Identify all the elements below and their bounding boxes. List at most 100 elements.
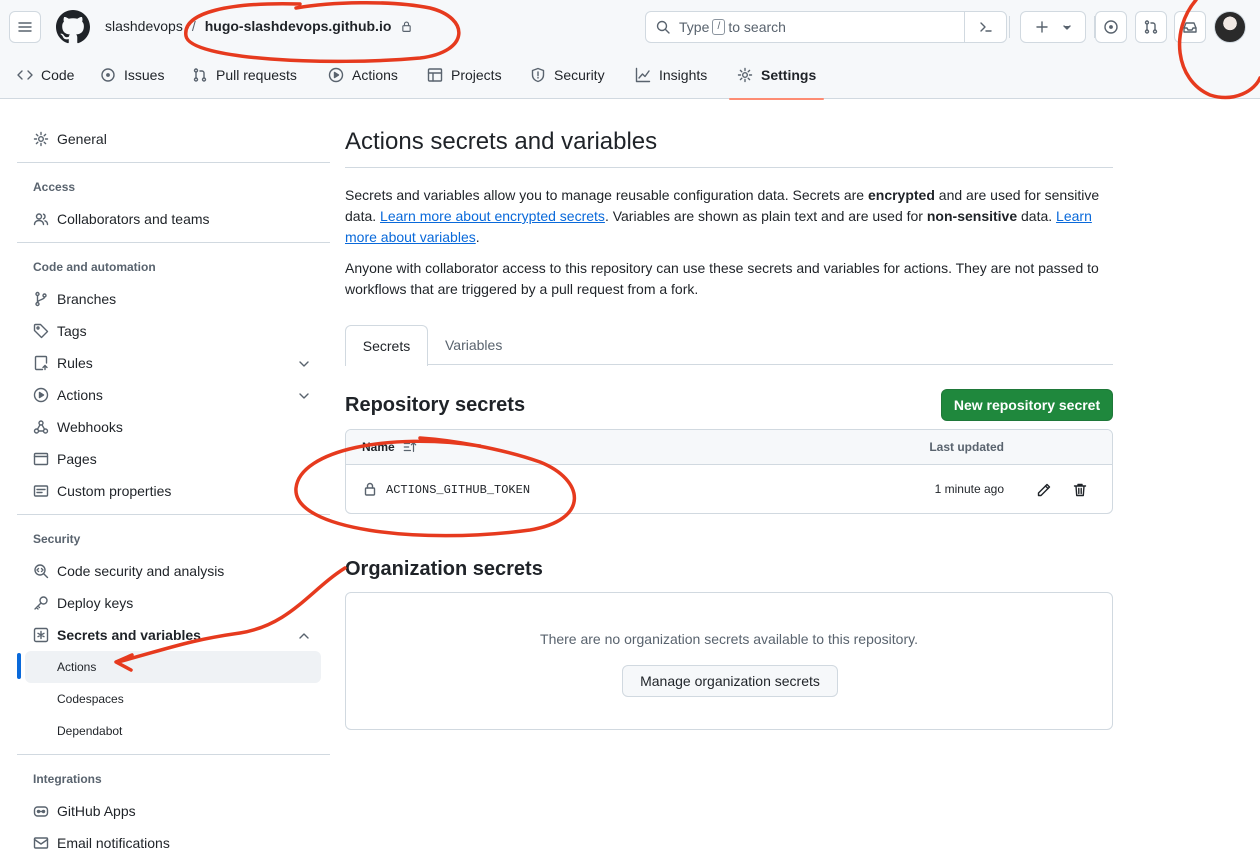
secret-last-updated: 1 minute ago [934, 482, 1004, 496]
tab-security[interactable]: Security [530, 58, 605, 99]
organization-secrets-box: There are no organization secrets availa… [345, 592, 1113, 730]
sidebar-heading-access: Access [33, 180, 76, 194]
mail-icon [33, 837, 49, 849]
sidebar-heading-code-automation: Code and automation [33, 260, 156, 274]
sidebar-item-label: Email notifications [57, 835, 170, 851]
git-branch-icon [35, 291, 47, 307]
desc-text: data. [1017, 208, 1057, 224]
people-icon [33, 213, 49, 226]
sidebar-item-label: Tags [57, 323, 87, 339]
sidebar-item-branches[interactable]: Branches [17, 283, 330, 315]
tab-label: Insights [659, 67, 708, 83]
hamburger-icon [18, 22, 32, 32]
secrets-variables-tabs: Secrets Variables [345, 325, 1113, 366]
sidebar-heading-integrations: Integrations [33, 772, 102, 786]
learn-more-encrypted-link[interactable]: Learn more about encrypted secrets [380, 208, 605, 224]
manage-organization-secrets-button[interactable]: Manage organization secrets [622, 665, 838, 697]
pull-requests-button[interactable] [1135, 11, 1167, 43]
secret-name: ACTIONS_GITHUB_TOKEN [386, 483, 531, 497]
issues-button[interactable] [1095, 11, 1127, 43]
tab-insights[interactable]: Insights [635, 58, 707, 99]
code-icon [17, 70, 33, 80]
sidebar-subitem-dependabot[interactable]: Dependabot [17, 715, 330, 747]
command-palette-button[interactable] [964, 12, 1006, 42]
sidebar-item-rules[interactable]: Rules [17, 347, 330, 379]
create-new-button[interactable] [1020, 11, 1086, 43]
active-indicator [17, 653, 21, 679]
sidebar-item-label: Code security and analysis [57, 563, 225, 579]
sidebar-item-email-notifications[interactable]: Email notifications [17, 827, 330, 857]
sidebar-item-label: Rules [57, 355, 93, 371]
git-pull-request-icon [193, 68, 207, 82]
new-repository-secret-button[interactable]: New repository secret [941, 389, 1113, 421]
sidebar-item-pages[interactable]: Pages [17, 443, 330, 475]
page-title: Actions secrets and variables [345, 128, 658, 155]
lock-icon [402, 20, 412, 32]
triangle-down-icon [1063, 25, 1071, 30]
repo-link[interactable]: hugo-slashdevops.github.io [205, 18, 392, 34]
search-placeholder: Type / to search [679, 19, 786, 35]
organization-secrets-heading: Organization secrets [345, 558, 543, 580]
repository-secrets-heading: Repository secrets [345, 394, 526, 416]
sidebar-item-label: Collaborators and teams [57, 211, 210, 227]
owner-link[interactable]: slashdevops [105, 18, 183, 34]
sidebar-item-code-security[interactable]: Code security and analysis [17, 555, 330, 587]
github-logo-icon[interactable] [56, 10, 90, 44]
delete-secret-button[interactable] [1068, 478, 1092, 502]
chevron-down-icon [299, 393, 309, 399]
plus-icon [1036, 21, 1048, 33]
repository-secrets-table: Name Last updated ACTIONS_GITHUB_TOKEN 1… [345, 429, 1113, 514]
search-input[interactable]: Type / to search [645, 11, 1007, 43]
sidebar-item-label: Webhooks [57, 419, 123, 435]
key-asterisk-icon [33, 627, 49, 643]
sidebar-item-collaborators[interactable]: Collaborators and teams [17, 203, 330, 235]
chevron-up-icon [299, 633, 309, 639]
shield-icon [531, 67, 545, 83]
inbox-button[interactable] [1174, 11, 1206, 43]
menu-button[interactable] [9, 11, 41, 43]
sidebar-item-github-apps[interactable]: GitHub Apps [17, 795, 330, 827]
sidebar-item-general[interactable]: General [17, 123, 330, 155]
tag-icon [33, 323, 49, 339]
sidebar-item-label: Actions [57, 387, 103, 403]
graph-icon [635, 67, 651, 83]
sidebar-subitem-codespaces[interactable]: Codespaces [17, 683, 330, 715]
browser-icon [33, 452, 49, 466]
gear-icon [33, 131, 49, 147]
table-header: Name Last updated [346, 430, 1112, 465]
tab-secrets[interactable]: Secrets [345, 325, 428, 366]
tab-settings[interactable]: Settings [728, 58, 825, 100]
breadcrumb-separator: / [191, 18, 196, 34]
tab-label: Secrets [362, 338, 411, 354]
sidebar-subitem-actions[interactable]: Actions [25, 651, 321, 683]
hubot-icon [33, 806, 49, 817]
tab-actions[interactable]: Actions [328, 58, 398, 99]
desc-text: Secrets and variables allow you to manag… [345, 187, 868, 203]
sidebar-item-deploy-keys[interactable]: Deploy keys [17, 587, 330, 619]
avatar[interactable] [1214, 11, 1246, 43]
sidebar-item-label: Deploy keys [57, 595, 134, 611]
sidebar-item-label: Custom properties [57, 483, 172, 499]
tab-pull-requests[interactable]: Pull requests [192, 58, 297, 99]
inbox-icon [1183, 22, 1197, 33]
repo-push-icon [34, 355, 48, 371]
tab-label: Actions [352, 67, 398, 83]
sidebar-item-label: Dependabot [57, 724, 123, 738]
sort-by-name-button[interactable]: Name [362, 440, 417, 454]
tab-code[interactable]: Code [17, 58, 74, 99]
play-icon [33, 387, 49, 403]
tab-issues[interactable]: Issues [100, 58, 164, 99]
sidebar-item-webhooks[interactable]: Webhooks [17, 411, 330, 443]
tab-variables[interactable]: Variables [445, 325, 502, 365]
slash-key-hint: / [712, 19, 726, 35]
sidebar-item-secrets-variables[interactable]: Secrets and variables [17, 619, 330, 651]
sidebar-item-tags[interactable]: Tags [17, 315, 330, 347]
desc-text: . [475, 229, 480, 245]
desc-text: . Variables are shown as plain text and … [604, 208, 927, 224]
sidebar-item-custom-properties[interactable]: Custom properties [17, 475, 330, 507]
sidebar-item-actions[interactable]: Actions [17, 379, 330, 411]
key-icon [34, 596, 48, 610]
pencil-icon [1037, 483, 1051, 497]
edit-secret-button[interactable] [1032, 478, 1056, 502]
tab-projects[interactable]: Projects [427, 58, 502, 99]
